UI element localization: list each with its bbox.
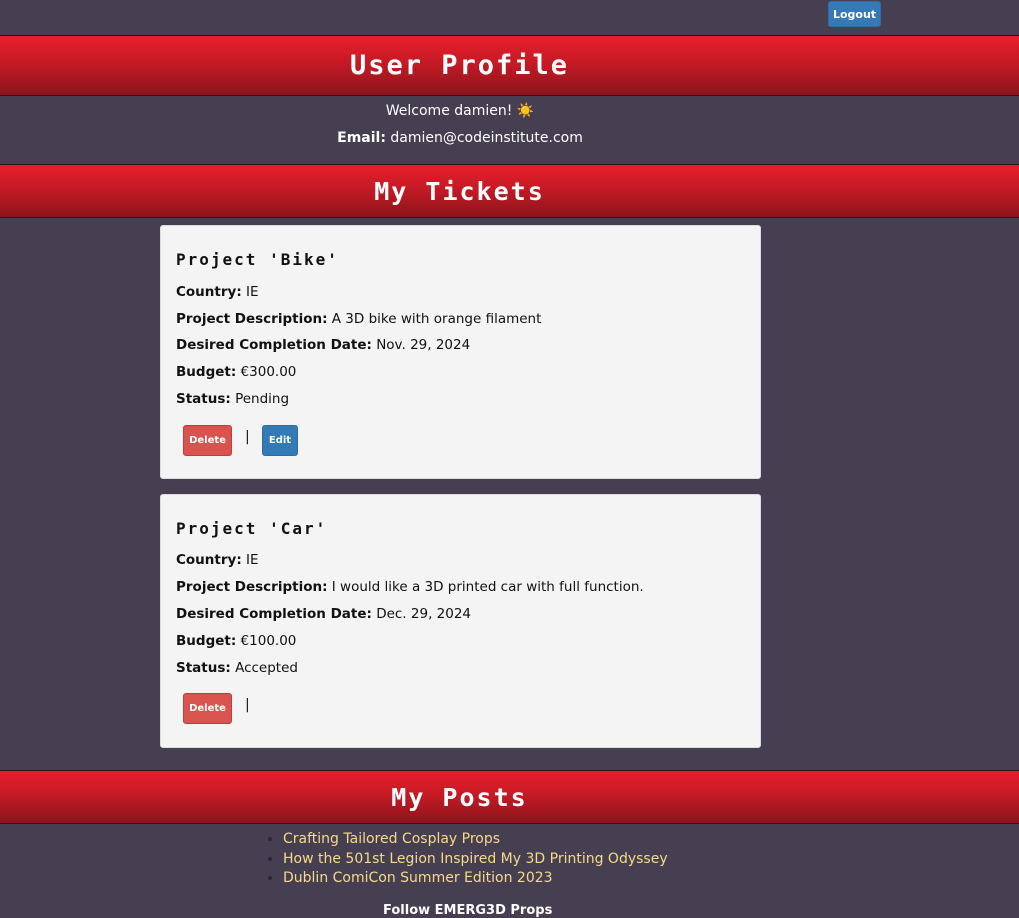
ticket-budget: Budget: €300.00 [176,364,296,380]
page-title: User Profile [349,50,570,81]
budget-value: €300.00 [240,364,297,380]
my-tickets-banner: My Tickets [0,164,1019,218]
list-item: Dublin ComiCon Summer Edition 2023 [283,869,668,889]
user-profile-banner: User Profile [0,35,1019,96]
delete-ticket-button[interactable]: Delete [183,425,232,456]
posts-heading: My Posts [391,782,528,812]
post-link[interactable]: Crafting Tailored Cosplay Props [283,831,500,847]
ticket-title: Project 'Car' [176,519,328,538]
country-value: IE [246,284,259,300]
ticket-country: Country: IE [176,284,259,300]
ticket-status: Status: Pending [176,391,289,407]
profile-info: Welcome damien! ☀️ Email: damien@codeins… [0,96,1019,164]
budget-label: Budget: [176,633,237,649]
status-label: Status: [176,660,231,676]
ticket-completion-date: Desired Completion Date: Nov. 29, 2024 [176,337,470,353]
description-label: Project Description: [176,311,328,327]
ticket-card: Project 'Car' Country: IE Project Descri… [160,494,761,748]
date-value: Nov. 29, 2024 [376,337,471,353]
top-navbar: Logout [0,0,1019,35]
description-value: I would like a 3D printed car with full … [331,579,644,595]
logout-button[interactable]: Logout [828,1,881,27]
date-label: Desired Completion Date: [176,337,372,353]
email-value: damien@codeinstitute.com [390,130,583,146]
status-value: Pending [235,391,290,407]
my-posts-banner: My Posts [0,770,1019,824]
ticket-title: Project 'Bike' [176,250,339,269]
ticket-status: Status: Accepted [176,660,298,676]
description-value: A 3D bike with orange filament [331,311,542,327]
date-label: Desired Completion Date: [176,606,372,622]
country-value: IE [246,552,259,568]
posts-list: Crafting Tailored Cosplay Props How the … [265,830,668,889]
list-item: Crafting Tailored Cosplay Props [283,830,668,850]
ticket-description: Project Description: I would like a 3D p… [176,579,644,595]
button-separator: | [245,697,250,713]
ticket-budget: Budget: €100.00 [176,633,296,649]
ticket-completion-date: Desired Completion Date: Dec. 29, 2024 [176,606,471,622]
ticket-description: Project Description: A 3D bike with oran… [176,311,541,327]
status-label: Status: [176,391,231,407]
tickets-heading: My Tickets [374,176,545,206]
delete-ticket-button[interactable]: Delete [183,693,232,724]
country-label: Country: [176,552,242,568]
ticket-card: Project 'Bike' Country: IE Project Descr… [160,225,761,479]
post-link[interactable]: How the 501st Legion Inspired My 3D Prin… [283,851,668,867]
email-line: Email: damien@codeinstitute.com [0,130,920,146]
status-value: Accepted [235,660,298,676]
button-separator: | [245,429,250,445]
date-value: Dec. 29, 2024 [376,606,472,622]
post-link[interactable]: Dublin ComiCon Summer Edition 2023 [283,870,553,886]
ticket-country: Country: IE [176,552,259,568]
budget-value: €100.00 [240,633,297,649]
budget-label: Budget: [176,364,237,380]
country-label: Country: [176,284,242,300]
list-item: How the 501st Legion Inspired My 3D Prin… [283,850,668,870]
welcome-message: Welcome damien! ☀️ [385,103,535,119]
email-label: Email: [337,130,386,146]
description-label: Project Description: [176,579,328,595]
edit-ticket-button[interactable]: Edit [262,425,298,456]
